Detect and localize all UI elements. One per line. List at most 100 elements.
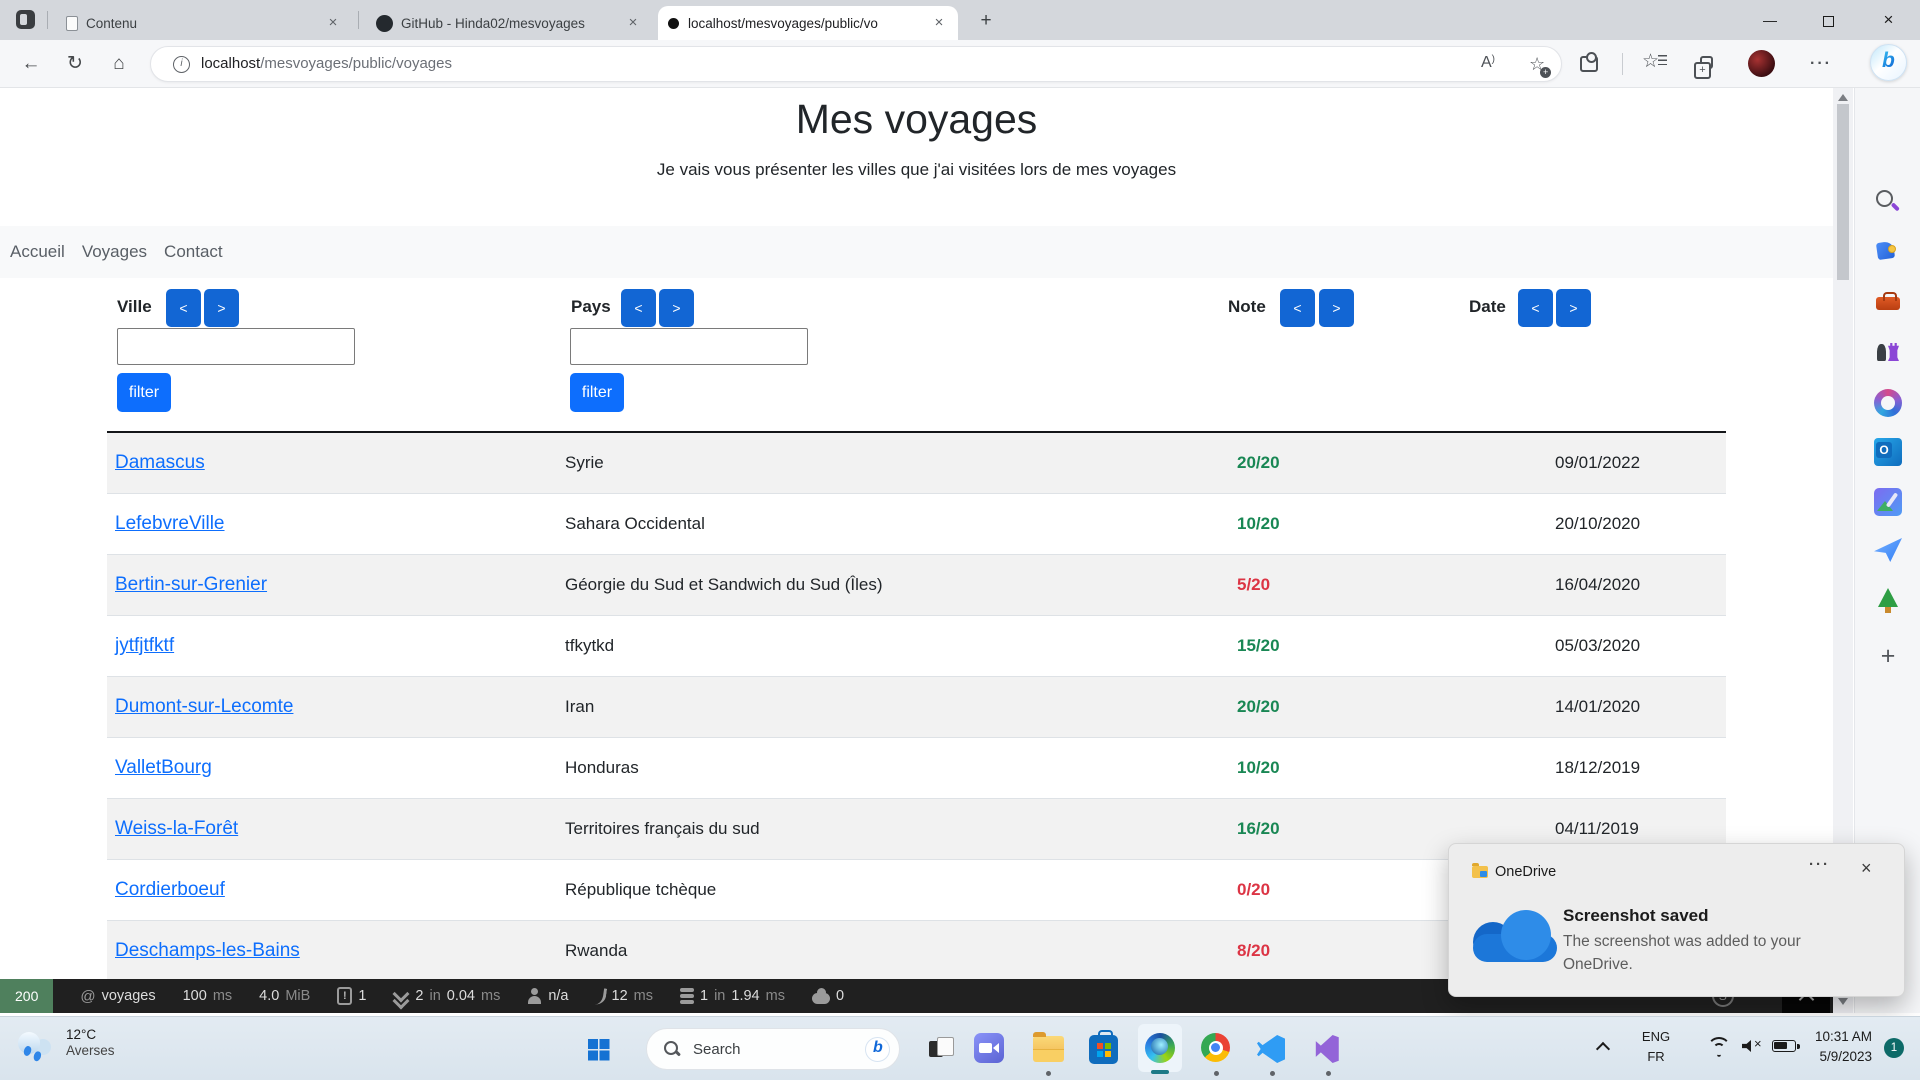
city-link[interactable]: LefebvreVille bbox=[115, 513, 225, 534]
scrollbar-thumb[interactable] bbox=[1837, 104, 1849, 280]
language-switcher[interactable]: ENG FR bbox=[1634, 1027, 1678, 1067]
city-link[interactable]: Damascus bbox=[115, 452, 205, 473]
tab-separator bbox=[358, 11, 359, 29]
city-link[interactable]: Cordierboeuf bbox=[115, 879, 225, 900]
logs-panel[interactable]: !1 bbox=[337, 987, 366, 1005]
wifi-icon[interactable] bbox=[1706, 1036, 1732, 1056]
twig-panel[interactable]: 12 ms bbox=[596, 988, 653, 1005]
onedrive-notification[interactable]: OneDrive ··· × Screenshot saved The scre… bbox=[1448, 843, 1905, 997]
close-tab-icon[interactable]: × bbox=[624, 14, 642, 32]
new-tab-button[interactable]: + bbox=[972, 8, 1000, 36]
debug-value: 12 bbox=[612, 988, 628, 1004]
read-aloud-icon[interactable]: A bbox=[1481, 54, 1495, 76]
scroll-up-icon[interactable] bbox=[1838, 94, 1848, 101]
pays-filter-button[interactable]: filter bbox=[570, 373, 624, 412]
toolbox-icon[interactable] bbox=[1874, 288, 1902, 316]
chrome-icon[interactable] bbox=[1201, 1033, 1230, 1062]
sort-ville-asc-button[interactable]: < bbox=[166, 289, 201, 327]
close-tab-icon[interactable]: × bbox=[930, 14, 948, 32]
bing-chat-icon[interactable] bbox=[1870, 44, 1907, 81]
city-link[interactable]: jytfjtfktf bbox=[115, 635, 174, 656]
sort-ville-desc-button[interactable]: > bbox=[204, 289, 239, 327]
add-favorite-icon[interactable]: ☆ bbox=[1529, 54, 1545, 76]
city-link[interactable]: Deschamps-les-Bains bbox=[115, 940, 300, 961]
sort-pays-asc-button[interactable]: < bbox=[621, 289, 656, 327]
tab-localhost-active[interactable]: localhost/mesvoyages/public/vo × bbox=[658, 6, 958, 40]
notification-close-icon[interactable]: × bbox=[1861, 858, 1872, 879]
taskview-icon[interactable] bbox=[926, 1033, 958, 1065]
city-link[interactable]: ValletBourg bbox=[115, 757, 212, 778]
address-bar[interactable]: i localhost/mesvoyages/public/voyages A … bbox=[150, 46, 1562, 82]
sort-date-asc-button[interactable]: < bbox=[1518, 289, 1553, 327]
sort-date-desc-button[interactable]: > bbox=[1556, 289, 1591, 327]
store-icon[interactable] bbox=[1089, 1035, 1118, 1064]
m365-icon[interactable] bbox=[1874, 389, 1902, 417]
city-link[interactable]: Dumont-sur-Lecomte bbox=[115, 696, 293, 717]
home-icon[interactable]: ⌂ bbox=[102, 40, 136, 88]
close-tab-icon[interactable]: × bbox=[324, 14, 342, 32]
sort-note-desc-button[interactable]: > bbox=[1319, 289, 1354, 327]
tree-icon[interactable] bbox=[1874, 588, 1902, 616]
battery-icon[interactable] bbox=[1772, 1040, 1796, 1052]
search-icon[interactable] bbox=[1874, 188, 1902, 216]
window-maximize-button[interactable] bbox=[1799, 0, 1857, 40]
database-panel[interactable]: 1in1.94ms bbox=[680, 988, 785, 1004]
taskbar-search-box[interactable]: Search bbox=[646, 1028, 900, 1070]
pays-filter-input[interactable] bbox=[570, 328, 808, 365]
drop-icon[interactable] bbox=[1874, 538, 1902, 562]
ville-filter-button[interactable]: filter bbox=[117, 373, 171, 412]
nav-accueil[interactable]: Accueil bbox=[10, 242, 65, 262]
ville-column-label: Ville bbox=[117, 297, 152, 317]
github-icon bbox=[376, 15, 393, 32]
weather-widget[interactable]: 12°C Averses bbox=[16, 1027, 115, 1059]
edge-active-indicator bbox=[1151, 1070, 1169, 1074]
person-icon bbox=[527, 988, 542, 1004]
tab-actions-icon[interactable] bbox=[16, 10, 35, 29]
clock-widget[interactable]: 10:31 AM 5/9/2023 bbox=[1796, 1027, 1872, 1067]
favorites-icon[interactable]: ☆ bbox=[1642, 50, 1659, 78]
tab-contenu[interactable]: Contenu × bbox=[56, 6, 352, 40]
profile-avatar[interactable] bbox=[1748, 50, 1775, 77]
window-close-button[interactable]: × bbox=[1857, 0, 1920, 40]
outlook-icon[interactable] bbox=[1874, 438, 1902, 466]
chat-icon[interactable] bbox=[974, 1033, 1004, 1063]
sort-pays-desc-button[interactable]: > bbox=[659, 289, 694, 327]
time-panel[interactable]: 100ms bbox=[183, 988, 233, 1004]
reload-icon[interactable]: ↻ bbox=[58, 40, 92, 88]
start-button-icon[interactable] bbox=[588, 1039, 609, 1060]
tab-github[interactable]: GitHub - Hinda02/mesvoyages × bbox=[366, 6, 652, 40]
games-icon[interactable] bbox=[1874, 338, 1902, 366]
image-creator-icon[interactable] bbox=[1874, 488, 1902, 516]
memory-panel[interactable]: 4.0MiB bbox=[259, 988, 310, 1004]
city-link[interactable]: Bertin-sur-Grenier bbox=[115, 574, 267, 595]
debug-value: MiB bbox=[285, 988, 310, 1004]
scroll-down-icon[interactable] bbox=[1838, 998, 1848, 1005]
settings-more-icon[interactable]: ··· bbox=[1810, 50, 1832, 78]
window-minimize-button[interactable]: — bbox=[1741, 0, 1799, 40]
url-text[interactable]: localhost/mesvoyages/public/voyages bbox=[201, 55, 452, 72]
route-panel[interactable]: @voyages bbox=[80, 988, 155, 1005]
collections-icon[interactable] bbox=[1700, 56, 1713, 69]
site-info-icon[interactable]: i bbox=[173, 56, 190, 73]
notification-more-icon[interactable]: ··· bbox=[1809, 856, 1830, 873]
cache-panel[interactable]: 0 bbox=[812, 988, 844, 1004]
events-panel[interactable]: 2in0.04ms bbox=[393, 988, 500, 1005]
shopping-icon[interactable] bbox=[1874, 238, 1902, 266]
edge-icon[interactable] bbox=[1145, 1033, 1175, 1063]
add-icon[interactable]: + bbox=[1874, 643, 1902, 671]
back-icon[interactable]: ← bbox=[14, 40, 48, 88]
browser-toolbar: ← ↻ ⌂ i localhost/mesvoyages/public/voya… bbox=[0, 40, 1920, 88]
volume-muted-icon[interactable] bbox=[1742, 1038, 1764, 1054]
notification-count-badge[interactable]: 1 bbox=[1884, 1038, 1904, 1058]
debug-value: ms bbox=[634, 988, 653, 1004]
http-status-badge[interactable]: 200 bbox=[0, 979, 53, 1013]
debug-value: n/a bbox=[548, 988, 568, 1004]
city-link[interactable]: Weiss-la-Forêt bbox=[115, 818, 238, 839]
security-panel[interactable]: n/a bbox=[527, 988, 568, 1004]
sort-note-asc-button[interactable]: < bbox=[1280, 289, 1315, 327]
ville-filter-input[interactable] bbox=[117, 328, 355, 365]
extensions-icon[interactable] bbox=[1580, 56, 1598, 72]
explorer-icon[interactable] bbox=[1033, 1036, 1064, 1061]
nav-voyages[interactable]: Voyages bbox=[82, 242, 147, 262]
nav-contact[interactable]: Contact bbox=[164, 242, 223, 262]
